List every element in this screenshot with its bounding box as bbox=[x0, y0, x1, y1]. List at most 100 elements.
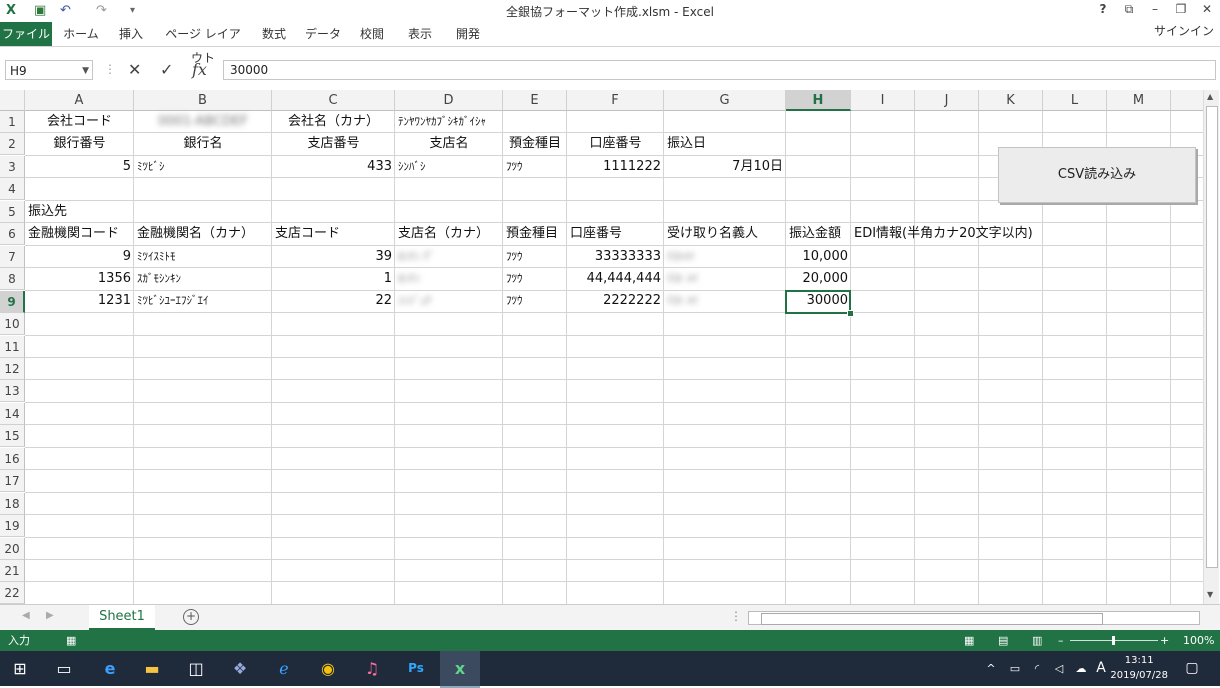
volume-icon[interactable]: ◁ bbox=[1048, 651, 1070, 686]
cell-a7[interactable]: 9 bbox=[25, 246, 134, 268]
help-button[interactable]: ? bbox=[1092, 2, 1114, 16]
cell-f7[interactable]: 33333333 bbox=[567, 246, 664, 268]
cell-d1[interactable]: ﾃﾝﾔﾜﾝﾔｶﾌﾞｼｷｶﾞｲｼｬ bbox=[395, 111, 595, 133]
task-view-icon[interactable]: ▭ bbox=[44, 651, 84, 686]
select-all-corner[interactable] bbox=[0, 90, 25, 111]
cell-b6[interactable]: 金融機関名（カナ） bbox=[134, 223, 272, 245]
cell-d3[interactable]: ｼﾝﾊﾞｼ bbox=[395, 156, 503, 178]
col-header-d[interactable]: D bbox=[395, 90, 503, 111]
col-header-g[interactable]: G bbox=[664, 90, 786, 111]
restore-icon[interactable]: ❐ bbox=[1170, 2, 1192, 16]
horizontal-scrollbar[interactable] bbox=[748, 611, 1200, 625]
sheet-tab-sheet1[interactable]: Sheet1 bbox=[89, 605, 155, 631]
scroll-down-icon[interactable]: ▼ bbox=[1207, 590, 1213, 599]
insert-function-icon[interactable]: fx bbox=[192, 60, 207, 79]
tab-insert[interactable]: 挿入 bbox=[110, 22, 152, 46]
cell-f9[interactable]: 2222222 bbox=[567, 290, 664, 312]
row-header-10[interactable]: 10 bbox=[0, 313, 25, 335]
cell-e9[interactable]: ﾌﾂｳ bbox=[503, 290, 567, 312]
clock[interactable]: 13:11 2019/07/28 bbox=[1110, 653, 1168, 683]
cell-b2[interactable]: 銀行名 bbox=[134, 133, 272, 155]
cell-d8-redacted[interactable]: ﾎﾝﾃﾝ bbox=[395, 268, 503, 290]
cell-e2[interactable]: 預金種目 bbox=[503, 133, 567, 155]
row-header-9[interactable]: 9 bbox=[0, 291, 25, 313]
cell-a5[interactable]: 振込先 bbox=[25, 201, 134, 223]
row-header-17[interactable]: 17 bbox=[0, 470, 25, 492]
tab-page-layout[interactable]: ページ レイアウト bbox=[160, 22, 246, 46]
cell-b1-redacted[interactable]: 0001-ABCDEF bbox=[134, 111, 272, 133]
cell-a9[interactable]: 1231 bbox=[25, 290, 134, 312]
cell-c1[interactable]: 会社名（カナ） bbox=[272, 111, 395, 133]
zoom-level[interactable]: 100% bbox=[1183, 630, 1214, 651]
cell-f2[interactable]: 口座番号 bbox=[567, 133, 664, 155]
cell-a2[interactable]: 銀行番号 bbox=[25, 133, 134, 155]
cell-g8-redacted[interactable]: ﾃｽﾄ ﾒｲ bbox=[664, 268, 786, 290]
store-icon[interactable]: ◫ bbox=[176, 651, 216, 686]
cell-a3[interactable]: 5 bbox=[25, 156, 134, 178]
cell-f8[interactable]: 44,444,444 bbox=[567, 268, 664, 290]
zoom-in-icon[interactable]: + bbox=[1160, 630, 1169, 651]
cell-h7[interactable]: 10,000 bbox=[786, 246, 851, 268]
col-header-k[interactable]: K bbox=[979, 90, 1043, 111]
row-header-2[interactable]: 2 bbox=[0, 133, 25, 155]
col-header-j[interactable]: J bbox=[915, 90, 979, 111]
cloud-icon[interactable]: ☁ bbox=[1070, 651, 1092, 686]
show-hidden-icons-icon[interactable]: ^ bbox=[980, 651, 1002, 686]
col-header-m[interactable]: M bbox=[1107, 90, 1171, 111]
excel-taskbar-icon[interactable]: x bbox=[440, 651, 480, 688]
cell-a6[interactable]: 金融機関コード bbox=[25, 223, 134, 245]
cell-c7[interactable]: 39 bbox=[272, 246, 395, 268]
ribbon-display-icon[interactable]: ⧉ bbox=[1118, 2, 1140, 17]
row-header-22[interactable]: 22 bbox=[0, 582, 25, 604]
cell-b8[interactable]: ｽｶﾞﾓｼﾝｷﾝ bbox=[134, 268, 272, 290]
cell-b3[interactable]: ﾐﾂﾋﾞｼ bbox=[134, 156, 272, 178]
cell-g2[interactable]: 振込日 bbox=[664, 133, 786, 155]
cell-h6[interactable]: 振込金額 bbox=[786, 223, 851, 245]
row-header-21[interactable]: 21 bbox=[0, 560, 25, 582]
app-icon[interactable]: ❖ bbox=[220, 651, 260, 686]
row-header-8[interactable]: 8 bbox=[0, 268, 25, 290]
row-header-14[interactable]: 14 bbox=[0, 403, 25, 425]
normal-view-icon[interactable]: ▦ bbox=[964, 630, 974, 651]
cell-g7-redacted[interactable]: ﾃｽﾄﾒｲ bbox=[664, 246, 786, 268]
row-header-16[interactable]: 16 bbox=[0, 448, 25, 470]
cell-g6[interactable]: 受け取り名義人 bbox=[664, 223, 786, 245]
vertical-scroll-thumb[interactable] bbox=[1206, 106, 1218, 568]
cell-d9-redacted[interactable]: ｼﾝｼﾞｭｸ bbox=[395, 290, 503, 312]
col-header-a[interactable]: A bbox=[25, 90, 134, 111]
cell-g9-redacted[interactable]: ﾃｽﾄ ﾒｲ bbox=[664, 290, 786, 312]
horizontal-scroll-thumb[interactable] bbox=[761, 613, 1103, 625]
cell-h8[interactable]: 20,000 bbox=[786, 268, 851, 290]
cell-b7[interactable]: ﾐﾂｲｽﾐﾄﾓ bbox=[134, 246, 272, 268]
signin-link[interactable]: サインイン bbox=[1154, 22, 1214, 40]
cell-c6[interactable]: 支店コード bbox=[272, 223, 395, 245]
col-header-b[interactable]: B bbox=[134, 90, 272, 111]
csv-import-button[interactable]: CSV読み込み bbox=[998, 147, 1196, 203]
splitter-icon[interactable]: ⋮ bbox=[730, 609, 742, 623]
file-explorer-icon[interactable]: ▬ bbox=[132, 651, 172, 686]
battery-icon[interactable]: ▭ bbox=[1004, 651, 1026, 686]
formula-input[interactable]: 30000 bbox=[223, 60, 1216, 80]
cell-g3[interactable]: 7月10日 bbox=[664, 156, 786, 178]
close-icon[interactable]: ✕ bbox=[1196, 2, 1218, 16]
cell-c8[interactable]: 1 bbox=[272, 268, 395, 290]
tab-file[interactable]: ファイル bbox=[0, 22, 52, 46]
macro-record-icon[interactable]: ▦ bbox=[66, 630, 76, 651]
cell-b9[interactable]: ﾐﾂﾋﾞｼﾕｰｴﾌｼﾞｴｲ bbox=[134, 290, 272, 312]
row-header-1[interactable]: 1 bbox=[0, 111, 25, 133]
name-box[interactable]: H9▼ bbox=[5, 60, 93, 80]
add-sheet-icon[interactable]: + bbox=[183, 609, 199, 625]
cancel-icon[interactable]: ✕ bbox=[128, 60, 141, 79]
cell-e7[interactable]: ﾌﾂｳ bbox=[503, 246, 567, 268]
zoom-out-icon[interactable]: – bbox=[1058, 630, 1064, 651]
row-header-6[interactable]: 6 bbox=[0, 223, 25, 245]
row-header-7[interactable]: 7 bbox=[0, 246, 25, 268]
row-header-12[interactable]: 12 bbox=[0, 358, 25, 380]
col-header-n[interactable] bbox=[1171, 90, 1205, 111]
itunes-icon[interactable]: ♫ bbox=[352, 651, 392, 686]
windows-start-icon[interactable]: ⊞ bbox=[0, 651, 40, 686]
tab-data[interactable]: データ bbox=[302, 22, 344, 46]
tab-formulas[interactable]: 数式 bbox=[254, 22, 294, 46]
cell-e3[interactable]: ﾌﾂｳ bbox=[503, 156, 567, 178]
zoom-slider-thumb[interactable] bbox=[1112, 636, 1115, 645]
